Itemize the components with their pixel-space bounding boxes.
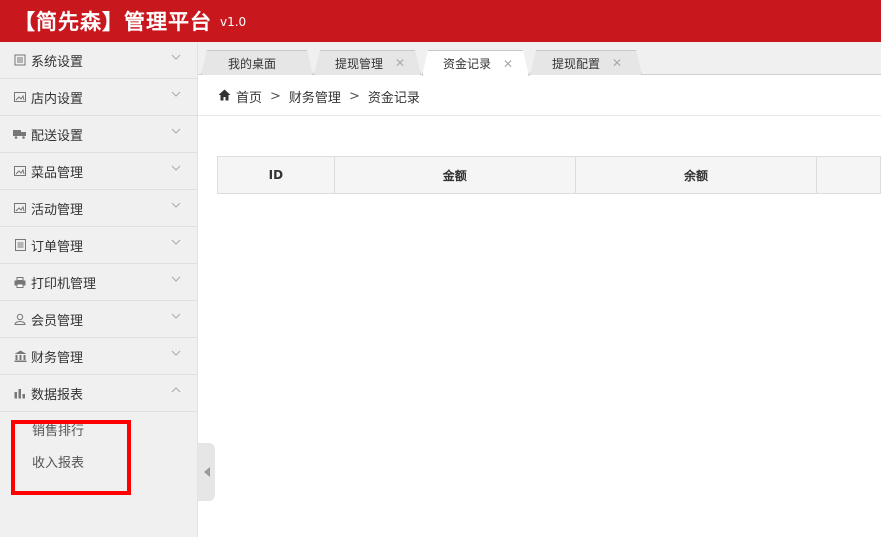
chevron-down-icon (171, 165, 181, 175)
sidebar-item-data-reports[interactable]: 数据报表 (0, 375, 197, 412)
chevron-down-icon (171, 54, 181, 64)
printer-icon (13, 275, 27, 289)
chevron-down-icon (171, 350, 181, 360)
tab-label: 提现管理 (335, 56, 384, 71)
fund-records-table-header: ID 金额 余额 (217, 156, 881, 194)
sidebar-item-label: 配送设置 (31, 128, 84, 144)
tab-withdraw-config[interactable]: 提现配置 ✕ (530, 50, 642, 75)
close-icon[interactable]: ✕ (612, 56, 622, 70)
chevron-down-icon (171, 91, 181, 101)
chevron-down-icon (171, 202, 181, 212)
close-icon[interactable]: ✕ (503, 57, 513, 71)
sidebar-item-member-management[interactable]: 会员管理 (0, 301, 197, 338)
tab-bar: 我的桌面 提现管理 ✕ 资金记录 ✕ 提现配置 ✕ (198, 42, 881, 75)
sidebar-item-label: 系统设置 (31, 54, 84, 70)
tab-my-desktop[interactable]: 我的桌面 (201, 50, 313, 75)
image-icon (13, 90, 27, 104)
sidebar-item-activity-management[interactable]: 活动管理 (0, 190, 197, 227)
chevron-down-icon (171, 313, 181, 323)
close-icon[interactable]: ✕ (395, 56, 405, 70)
divider (198, 115, 881, 116)
breadcrumb-current: 资金记录 (367, 90, 420, 106)
tab-withdraw-management[interactable]: 提现管理 ✕ (314, 50, 421, 75)
breadcrumb-level1[interactable]: 财务管理 (289, 87, 341, 106)
chevron-up-icon (171, 387, 181, 397)
chevron-down-icon (171, 128, 181, 138)
image-icon (13, 201, 27, 215)
image-icon (13, 164, 27, 178)
column-header-amount[interactable]: 金额 (335, 157, 576, 193)
list-icon (13, 53, 27, 67)
sidebar-item-label: 菜品管理 (31, 165, 84, 181)
breadcrumb: 首页 > 财务管理 > 资金记录 (218, 86, 420, 106)
sidebar-item-label: 活动管理 (31, 202, 84, 218)
column-header-more[interactable] (817, 157, 880, 193)
sidebar-item-label: 财务管理 (31, 350, 84, 366)
truck-icon (13, 127, 27, 141)
user-icon (13, 312, 27, 326)
sidebar-item-store-settings[interactable]: 店内设置 (0, 79, 197, 116)
sidebar-item-dish-management[interactable]: 菜品管理 (0, 153, 197, 190)
caret-left-icon (203, 467, 210, 477)
home-icon (218, 89, 232, 103)
app-version: v1.0 (220, 15, 247, 29)
app-header: 【简先森】管理平台 v1.0 (0, 0, 881, 42)
document-icon (13, 238, 27, 252)
chevron-down-icon (171, 239, 181, 249)
sidebar: 系统设置 店内设置 配送设置 菜品管理 活动管理 订单管理 打印机管理 会员管理… (0, 42, 198, 537)
app-title: 【简先森】管理平台 (14, 10, 212, 34)
bank-icon (13, 349, 27, 363)
sidebar-item-system-settings[interactable]: 系统设置 (0, 42, 197, 79)
tab-label: 资金记录 (443, 57, 492, 71)
sidebar-item-label: 打印机管理 (31, 276, 97, 292)
sidebar-item-order-management[interactable]: 订单管理 (0, 227, 197, 264)
sidebar-item-label: 数据报表 (31, 387, 84, 403)
sidebar-item-printer-management[interactable]: 打印机管理 (0, 264, 197, 301)
submenu-item-sales-ranking[interactable]: 销售排行 (0, 416, 197, 448)
sidebar-item-finance-management[interactable]: 财务管理 (0, 338, 197, 375)
sidebar-item-delivery-settings[interactable]: 配送设置 (0, 116, 197, 153)
tab-label: 我的桌面 (228, 56, 277, 71)
column-header-id[interactable]: ID (218, 157, 335, 193)
sidebar-item-label: 会员管理 (31, 313, 84, 329)
tab-fund-records[interactable]: 资金记录 ✕ (422, 50, 529, 76)
chevron-down-icon (171, 276, 181, 286)
tab-label: 提现配置 (552, 56, 601, 71)
data-reports-submenu: 销售排行 收入报表 (0, 412, 197, 480)
submenu-item-income-report[interactable]: 收入报表 (0, 448, 197, 480)
sidebar-item-label: 订单管理 (31, 239, 84, 255)
breadcrumb-home[interactable]: 首页 (236, 87, 262, 106)
sidebar-collapse-handle[interactable] (198, 443, 215, 501)
bar-chart-icon (13, 386, 27, 400)
breadcrumb-separator: > (348, 88, 360, 104)
sidebar-item-label: 店内设置 (31, 91, 84, 107)
column-header-balance[interactable]: 余额 (576, 157, 818, 193)
breadcrumb-separator: > (270, 88, 281, 104)
